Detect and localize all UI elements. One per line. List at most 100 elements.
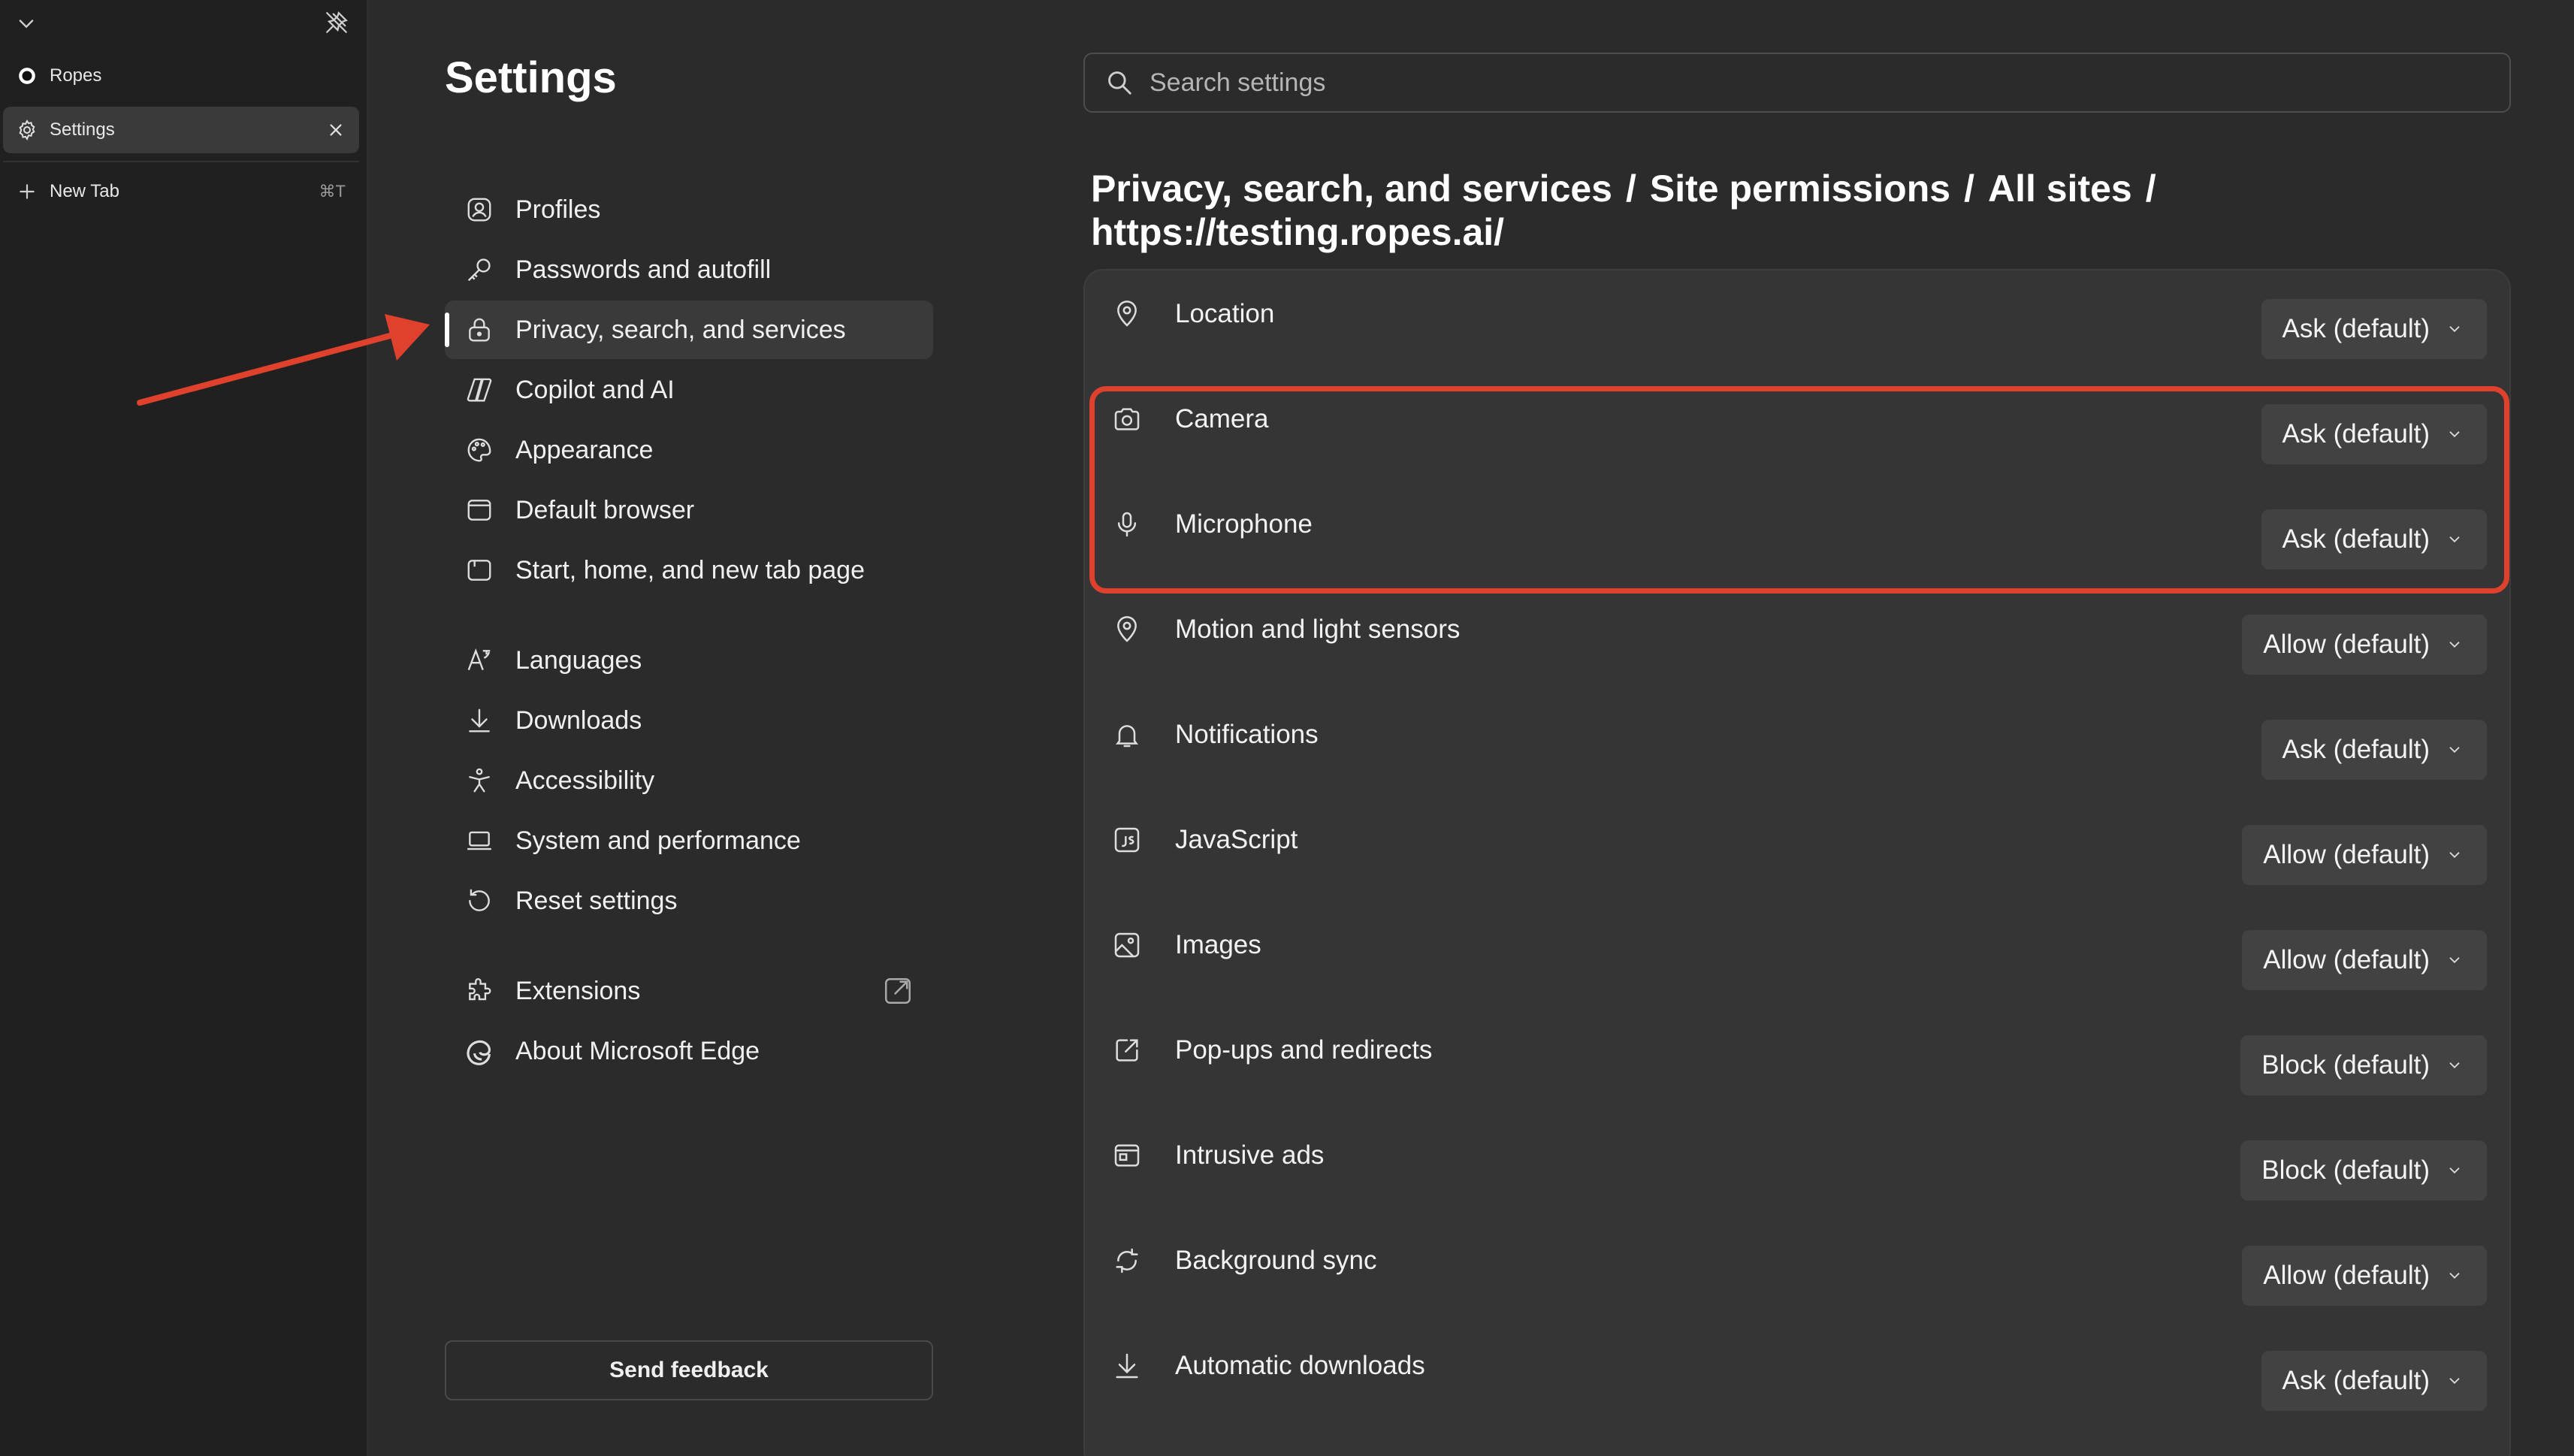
chevron-down-icon	[2446, 1161, 2464, 1180]
permission-dropdown-automatic-downloads[interactable]: Ask (default)	[2261, 1351, 2487, 1411]
image-icon	[1110, 929, 1143, 962]
nav-label: System and performance	[515, 826, 801, 855]
chevron-down-icon	[2446, 846, 2464, 864]
nav-label: Start, home, and new tab page	[515, 555, 865, 585]
browser-icon	[463, 494, 496, 527]
nav-label: Appearance	[515, 435, 654, 464]
sync-icon	[1110, 1244, 1143, 1277]
send-feedback-button[interactable]: Send feedback	[445, 1340, 933, 1400]
chevron-down-icon	[2446, 1267, 2464, 1285]
nav-label: Copilot and AI	[515, 375, 675, 404]
permission-dropdown-location[interactable]: Ask (default)	[2261, 299, 2487, 359]
permission-dropdown-motion-sensors[interactable]: Allow (default)	[2242, 615, 2487, 675]
permission-dropdown-popups[interactable]: Block (default)	[2240, 1035, 2487, 1095]
permission-dropdown-notifications[interactable]: Ask (default)	[2261, 720, 2487, 780]
permission-row-images: Images Allow (default)	[1083, 902, 2511, 1007]
microphone-icon	[1110, 508, 1143, 541]
permission-label: Automatic downloads	[1175, 1351, 1425, 1380]
puzzle-icon	[463, 974, 496, 1007]
nav-item-accessibility[interactable]: Accessibility	[445, 751, 933, 810]
breadcrumb-site-permissions[interactable]: Site permissions	[1650, 168, 1950, 210]
nav-item-reset[interactable]: Reset settings	[445, 871, 933, 930]
lock-icon	[463, 313, 496, 346]
nav-item-downloads[interactable]: Downloads	[445, 691, 933, 750]
breadcrumb: Privacy, search, and services / Site permi…	[1091, 167, 2503, 254]
permission-row-intrusive-ads: Intrusive ads Block (default)	[1083, 1112, 2511, 1217]
search-input[interactable]	[1150, 68, 2427, 98]
chevron-down-icon	[2446, 1372, 2464, 1390]
breadcrumb-all-sites[interactable]: All sites	[1988, 168, 2132, 210]
dropdown-value: Ask (default)	[2282, 419, 2430, 449]
breadcrumb-site-url: https://testing.ropes.ai/	[1091, 211, 1505, 253]
nav-item-start-home[interactable]: Start, home, and new tab page	[445, 541, 933, 600]
nav-item-about[interactable]: About Microsoft Edge	[445, 1022, 933, 1080]
nav-item-languages[interactable]: Languages	[445, 631, 933, 690]
permission-row-background-sync: Background sync Allow (default)	[1083, 1217, 2511, 1322]
breadcrumb-separator: /	[1964, 168, 1974, 210]
page-title: Settings	[445, 53, 617, 102]
chevron-down-icon[interactable]	[14, 11, 39, 36]
breadcrumb-separator: /	[1626, 168, 1636, 210]
permission-dropdown-microphone[interactable]: Ask (default)	[2261, 509, 2487, 569]
nav-item-copilot[interactable]: Copilot and AI	[445, 361, 933, 419]
nav-item-default-browser[interactable]: Default browser	[445, 481, 933, 539]
reset-icon	[463, 884, 496, 917]
dropdown-value: Ask (default)	[2282, 735, 2430, 764]
external-link-icon	[882, 975, 914, 1007]
permission-label: Camera	[1175, 404, 1269, 433]
dropdown-value: Ask (default)	[2282, 524, 2430, 554]
permission-label: Background sync	[1175, 1246, 1377, 1275]
permission-dropdown-javascript[interactable]: Allow (default)	[2242, 825, 2487, 885]
gear-icon	[14, 116, 41, 143]
nav-label: About Microsoft Edge	[515, 1036, 760, 1065]
permission-dropdown-intrusive-ads[interactable]: Block (default)	[2240, 1140, 2487, 1201]
nav-item-passwords[interactable]: Passwords and autofill	[445, 240, 933, 299]
chevron-down-icon	[2446, 741, 2464, 759]
search-box[interactable]	[1083, 53, 2511, 113]
nav-item-system[interactable]: System and performance	[445, 811, 933, 870]
nav-item-privacy[interactable]: Privacy, search, and services	[445, 301, 933, 359]
tabbar-header	[0, 0, 368, 47]
plus-icon	[14, 178, 41, 205]
permission-dropdown-images[interactable]: Allow (default)	[2242, 930, 2487, 990]
dropdown-value: Allow (default)	[2263, 630, 2430, 659]
nav-label: Accessibility	[515, 766, 655, 795]
tab-settings[interactable]: Settings	[3, 107, 359, 153]
chevron-down-icon	[2446, 951, 2464, 969]
dropdown-value: Block (default)	[2261, 1050, 2430, 1080]
nav-label: Passwords and autofill	[515, 255, 772, 284]
laptop-icon	[463, 824, 496, 857]
nav-item-profiles[interactable]: Profiles	[445, 180, 933, 239]
chevron-down-icon	[2446, 636, 2464, 654]
permission-label: Images	[1175, 930, 1261, 959]
tabbar-divider	[3, 161, 359, 162]
ads-icon	[1110, 1139, 1143, 1172]
unpin-icon[interactable]	[322, 8, 352, 38]
vertical-tab-bar: Ropes Settings New Tab ⌘T	[0, 0, 368, 1456]
permission-label: Pop-ups and redirects	[1175, 1035, 1433, 1065]
tab-ropes[interactable]: Ropes	[3, 53, 359, 99]
chevron-down-icon	[2446, 530, 2464, 548]
dropdown-value: Allow (default)	[2263, 840, 2430, 869]
popup-icon	[1110, 1034, 1143, 1067]
permission-row-microphone: Microphone Ask (default)	[1083, 481, 2511, 586]
nav-item-extensions[interactable]: Extensions	[445, 962, 933, 1020]
palette-icon	[463, 433, 496, 467]
permission-dropdown-camera[interactable]: Ask (default)	[2261, 404, 2487, 464]
nav-label: Languages	[515, 645, 642, 675]
dropdown-value: Ask (default)	[2282, 1366, 2430, 1395]
nav-label: Profiles	[515, 195, 601, 224]
close-icon[interactable]	[323, 117, 349, 143]
permission-label: Motion and light sensors	[1175, 615, 1461, 644]
nav-item-appearance[interactable]: Appearance	[445, 421, 933, 479]
new-tab-label: New Tab	[50, 181, 119, 201]
permission-row-popups: Pop-ups and redirects Block (default)	[1083, 1007, 2511, 1112]
profile-icon	[463, 193, 496, 226]
nav-label: Downloads	[515, 705, 642, 735]
new-tab-button[interactable]: New Tab ⌘T	[3, 168, 359, 215]
javascript-icon	[1110, 823, 1143, 856]
permission-dropdown-background-sync[interactable]: Allow (default)	[2242, 1246, 2487, 1306]
breadcrumb-privacy[interactable]: Privacy, search, and services	[1091, 168, 1612, 210]
edge-icon	[463, 1035, 496, 1068]
permission-row-motion-sensors: Motion and light sensors Allow (default)	[1083, 586, 2511, 691]
